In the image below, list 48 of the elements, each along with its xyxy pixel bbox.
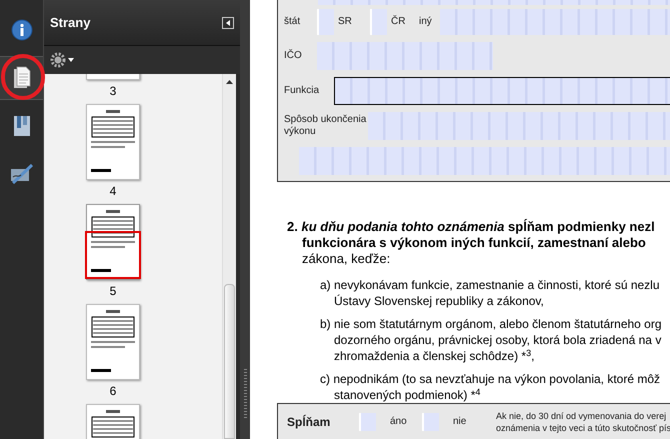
caret-icon [226, 20, 230, 26]
info-icon [10, 19, 32, 41]
page-number: 6 [110, 383, 116, 400]
sidebar-tool-button[interactable] [0, 56, 43, 100]
resize-grip[interactable] [244, 369, 246, 419]
page-content-drawing [91, 109, 135, 175]
checkbox[interactable] [422, 412, 439, 430]
field-label: IČO [284, 50, 303, 62]
checkbox[interactable] [317, 8, 334, 34]
checkbox[interactable] [359, 412, 376, 430]
page-number: 3 [110, 83, 116, 100]
gear-icon [50, 52, 66, 68]
checkbox[interactable] [370, 8, 387, 34]
pen-icon [10, 163, 34, 185]
page-thumbnail[interactable] [86, 204, 140, 280]
page-thumbnail[interactable] [86, 104, 140, 180]
panel-title: Strany [50, 14, 90, 32]
field-label: Spôsob ukončenia výkonu [284, 114, 368, 138]
page-content-drawing [91, 309, 135, 375]
collapse-button[interactable] [222, 16, 234, 28]
input-field[interactable] [368, 112, 670, 140]
option-label: áno [390, 415, 407, 429]
input-field[interactable] [317, 42, 493, 70]
bookmark-icon [12, 114, 32, 138]
scrollbar[interactable] [222, 74, 236, 439]
field-label: Funkcia [284, 84, 320, 96]
options-button[interactable] [50, 52, 74, 68]
row-label: Spĺňam [287, 414, 332, 430]
option-label: SR [338, 15, 352, 29]
input-field[interactable] [334, 76, 670, 104]
selection-frame [85, 231, 141, 279]
page-number: 4 [110, 183, 116, 200]
page-content-drawing [91, 209, 135, 275]
section-paragraph: 2. ku dňu podania tohto oznámenia spĺňam podmienky nezl funkcionára s výkonom iných funkcií, zamestnaní alebo zákona, keďže: [287, 219, 656, 267]
field-label: štát [284, 15, 302, 29]
pages-icon [12, 66, 32, 90]
field-label: iný [419, 15, 433, 29]
list-item-text: b) nie som štatutárnym orgánom, alebo členom štatutárneho org dozorného orgánu, právnickej osoby, ktorá bola zriadená na v zhromaždenia a členskej schôdze) *$^{3}$, [320, 316, 663, 364]
list-item-text: c) nepodnikám (to sa nevzťahuje na výkon povolania, ktoré môž stanovených podmienok) *$^{4}$ [320, 371, 662, 403]
caret-icon [68, 58, 74, 62]
option-label: nie [453, 415, 466, 429]
input-field[interactable] [440, 8, 670, 34]
input-field[interactable] [299, 146, 670, 174]
page-thumbnail[interactable] [86, 304, 140, 380]
list-item-text: a) nevykonávam funkcie, zamestnanie a činnosti, ktoré sú nezlu Ústavy Slovenskej republiky a zákonov, [320, 277, 661, 309]
page-number: 5 [110, 283, 116, 300]
option-label: ČR [391, 14, 406, 29]
scroll-up-icon [226, 80, 233, 84]
